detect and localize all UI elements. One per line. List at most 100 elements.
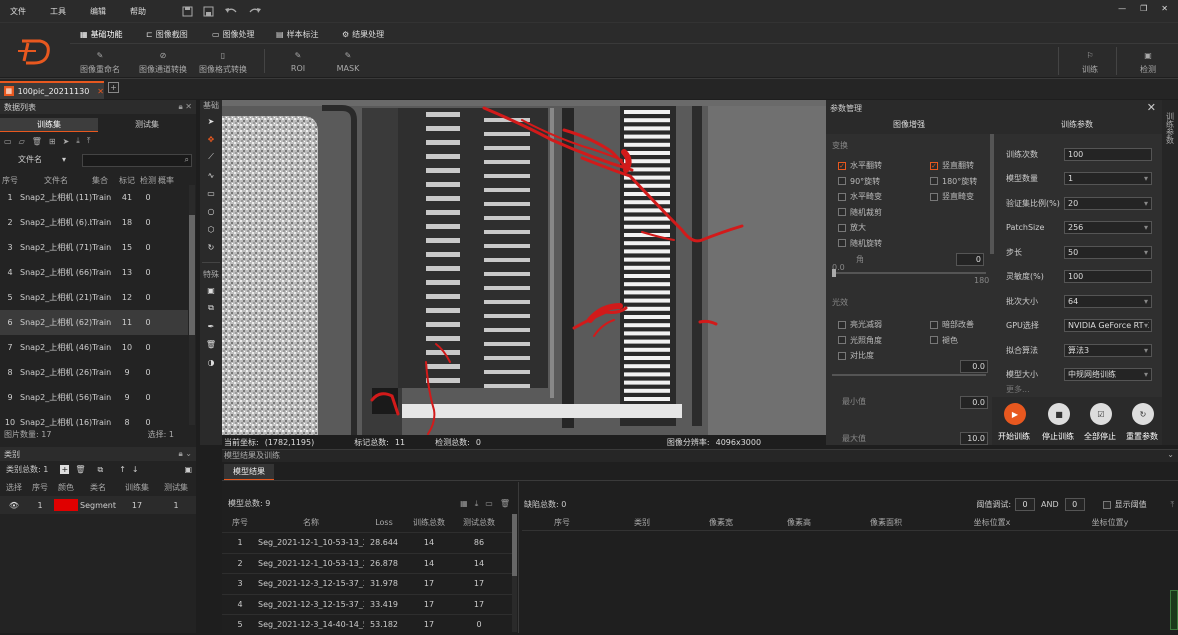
aug-checkbox[interactable]: 暗部改善 [930, 317, 974, 333]
checkbox-box[interactable] [838, 177, 846, 186]
tab-train-set[interactable]: 训练集 [0, 118, 98, 132]
add-category-icon[interactable]: + [60, 465, 70, 474]
tab-result[interactable]: ⚙ 结果处理 [342, 27, 384, 41]
train-field-input[interactable]: 50 ▾ [1064, 245, 1152, 259]
aug-checkbox[interactable]: 褪色 [930, 333, 974, 349]
tab-test-set[interactable]: 测试集 [98, 118, 196, 132]
detect-button[interactable]: ▣ 检测 [1122, 51, 1174, 75]
checkbox-box[interactable] [930, 177, 938, 186]
collapse-section-icon[interactable]: ⌄ [1167, 450, 1174, 459]
light-field-b[interactable]: 0.0 [960, 396, 988, 409]
chevron-down-icon[interactable]: ▾ [62, 155, 66, 164]
chevron-down-icon[interactable]: ▾ [1143, 344, 1148, 356]
stop-train-label[interactable]: 停止训练 [1042, 431, 1074, 442]
aug-checkbox[interactable]: 亮光减弱 [838, 317, 882, 333]
grid-view-icon[interactable]: ▦ [460, 499, 468, 509]
train-field-input[interactable]: 64 ▾ [1064, 294, 1152, 308]
tab-basic[interactable]: ▦ 基础功能 [80, 27, 123, 41]
checkbox-box[interactable] [838, 320, 846, 329]
filename-filter[interactable]: 文件名 ▾ [18, 154, 66, 165]
chevron-down-icon[interactable]: ▾ [1143, 222, 1148, 234]
aug-checkbox[interactable]: ✓ 竖直翻转 [930, 158, 977, 174]
model-row[interactable]: 1 Seg_2021-12-1_10-53-13_28.6 28.644 14 86 [222, 532, 512, 553]
reset-params-label[interactable]: 重置参数 [1126, 431, 1158, 442]
channel-convert-button[interactable]: ⊘ 图像通道转换 [134, 51, 192, 75]
mask-button[interactable]: ✎ MASK [322, 51, 374, 73]
angle-slider[interactable] [832, 269, 986, 277]
chevron-down-icon[interactable]: ▾ [1143, 246, 1148, 258]
menu-tools[interactable]: 工具 [50, 6, 66, 17]
close-param-icon[interactable]: ✕ [1147, 101, 1156, 114]
aug-checkbox[interactable]: 随机裁剪 [838, 205, 882, 221]
model-scrollbar[interactable] [512, 514, 517, 632]
threshold-min-input[interactable]: 0 [1015, 498, 1036, 511]
checkbox-box[interactable]: ✓ [838, 161, 846, 170]
model-row[interactable]: 3 Seg_2021-12-3_12-15-37_31.9 31.978 17 17 [222, 573, 512, 594]
chevron-down-icon[interactable]: ▾ [1143, 173, 1148, 185]
aug-checkbox[interactable]: 竖直畸变 [930, 189, 977, 205]
delete-category-icon[interactable]: 🗑︎ [75, 465, 85, 474]
copy-icon[interactable]: ⧉ [97, 465, 103, 475]
checkbox-box[interactable] [838, 208, 846, 217]
aug-checkbox[interactable]: 90°旋转 [838, 174, 882, 190]
download-icon[interactable]: ⤓ [475, 499, 479, 509]
file-row[interactable]: 9 Snap2_上相机 (56).b Train 9 0 [0, 385, 188, 410]
rotate-icon[interactable]: ↻ [200, 238, 222, 256]
down-icon[interactable]: ↓ [132, 465, 139, 474]
train-button[interactable]: ⚐ 训练 [1064, 51, 1116, 75]
reset-icon[interactable]: ↻ [1132, 403, 1154, 425]
file-row[interactable]: 1 Snap2_上相机 (11).bmTrain 41 0 [0, 185, 188, 210]
aug-checkbox[interactable]: 对比度 [838, 348, 882, 364]
file-row[interactable]: 2 Snap2_上相机 (6).bmTrain 18 0 [0, 210, 188, 235]
checkbox-box[interactable] [838, 351, 846, 360]
chevron-down-icon[interactable]: ▾ [1143, 369, 1148, 381]
show-threshold-checkbox[interactable] [1102, 500, 1111, 509]
save-category-icon[interactable]: ▣ [184, 465, 192, 474]
file-row[interactable]: 7 Snap2_上相机 (46).b Train 10 0 [0, 335, 188, 360]
image-viewer[interactable] [222, 100, 826, 435]
undo-icon[interactable] [224, 6, 238, 17]
export-icon[interactable]: ⤒ [1170, 500, 1174, 510]
image-view-icon[interactable]: ▭ [485, 499, 493, 509]
pointer-icon[interactable]: ➤ [63, 137, 70, 146]
export-icon[interactable]: ⤒ [87, 136, 91, 146]
eyedropper-icon[interactable]: ✒ [200, 317, 222, 335]
train-field-input[interactable]: 20 ▾ [1064, 196, 1152, 210]
model-row[interactable]: 4 Seg_2021-12-3_12-15-37_33.4 33.419 17 17 [222, 593, 512, 615]
open-folder-icon[interactable]: ▱ [19, 137, 25, 146]
pin-icon[interactable]: 🔒︎ ✕ [178, 102, 192, 112]
light-field-a[interactable]: 0.0 [960, 360, 988, 373]
menu-edit[interactable]: 编辑 [90, 6, 106, 17]
chevron-down-icon[interactable]: ▾ [1143, 197, 1148, 209]
rename-button[interactable]: ✎ 图像重命名 [74, 51, 126, 75]
chevron-down-icon[interactable]: ▾ [1143, 295, 1148, 307]
aug-checkbox[interactable]: 放大 [838, 220, 882, 236]
threshold-max-input[interactable]: 0 [1064, 498, 1085, 511]
train-field-input[interactable]: 100 [1064, 147, 1152, 161]
menu-file[interactable]: 文件 [10, 6, 26, 17]
search-icon[interactable]: ⌕ [185, 155, 189, 165]
file-row[interactable]: 6 Snap2_上相机 (62).b Train 11 0 [0, 310, 188, 335]
new-icon[interactable] [182, 6, 193, 17]
train-field-input[interactable]: 100 [1064, 270, 1152, 284]
file-row[interactable]: 8 Snap2_上相机 (26).b Train 9 0 [0, 360, 188, 385]
train-field-input[interactable]: 算法3 ▾ [1064, 343, 1152, 357]
close-icon[interactable]: ✕ [1161, 4, 1168, 13]
category-row[interactable]: 👁︎ 1 Segment 0 17 1 [0, 496, 196, 514]
maximize-icon[interactable]: ❐ [1140, 4, 1147, 13]
stop-all-icon[interactable]: ☑ [1090, 403, 1112, 425]
up-icon[interactable]: ↑ [119, 465, 126, 474]
light-slider[interactable] [832, 374, 986, 376]
tab-model-results[interactable]: 模型结果 [224, 464, 274, 480]
aug-checkbox[interactable]: 180°旋转 [930, 174, 977, 190]
checkbox-box[interactable] [838, 336, 846, 345]
stop-icon[interactable]: ■ [1048, 403, 1070, 425]
select-arrow-icon[interactable]: ➤ [200, 112, 222, 130]
file-scrollbar[interactable] [189, 185, 195, 425]
delete-model-icon[interactable]: 🗑︎ [500, 499, 510, 509]
rectangle-icon[interactable]: ▭ [200, 184, 222, 202]
checkbox-box[interactable] [838, 239, 846, 248]
contrast-icon[interactable]: ◑ [200, 353, 222, 371]
aug-checkbox[interactable]: 光照角度 [838, 333, 882, 349]
delete-icon[interactable]: 🗑︎ [32, 137, 42, 146]
